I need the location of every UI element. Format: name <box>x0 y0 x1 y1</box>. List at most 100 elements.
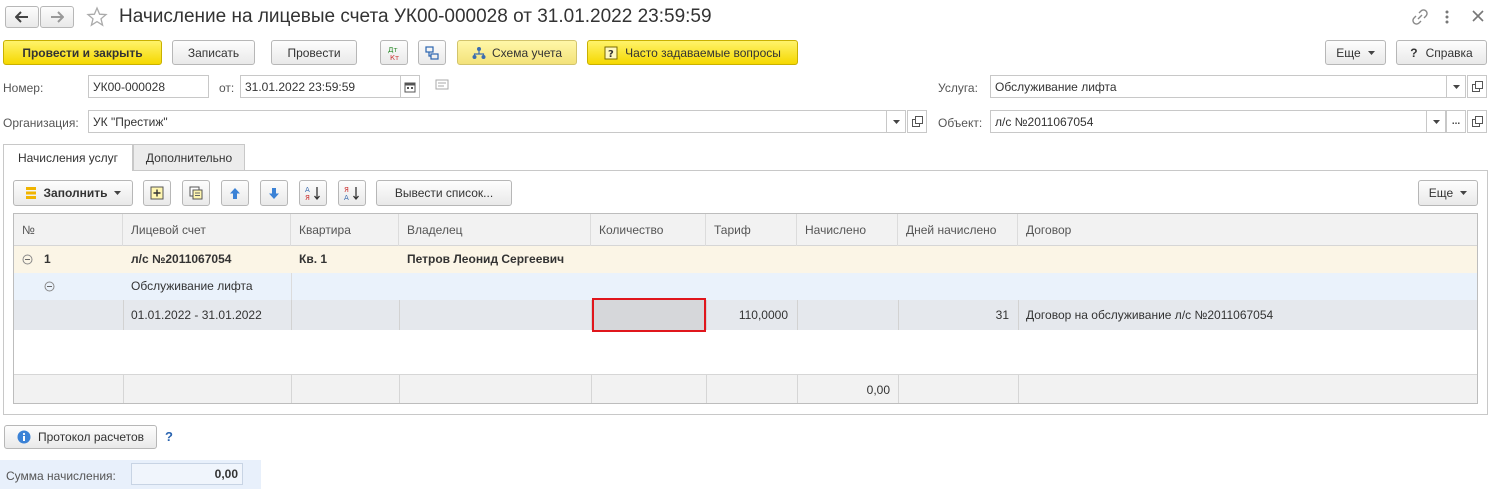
protocol-button[interactable]: Протокол расчетов <box>4 425 157 449</box>
organization-value: УК "Престиж" <box>93 114 168 129</box>
service-open-button[interactable] <box>1467 75 1487 98</box>
service-value: Обслуживание лифта <box>995 79 1117 94</box>
tab-additional[interactable]: Дополнительно <box>133 144 245 170</box>
service-field[interactable]: Обслуживание лифта <box>990 75 1447 98</box>
copy-row-icon <box>189 186 203 200</box>
organization-field[interactable]: УК "Престиж" <box>88 110 887 133</box>
sum-label: Сумма начисления: <box>6 469 116 483</box>
dt-kt-button[interactable]: Дт Кт <box>380 40 408 65</box>
table-footer: 0,00 <box>14 374 1477 403</box>
link-icon[interactable] <box>1412 9 1428 25</box>
number-field[interactable]: УК00-000028 <box>88 75 209 98</box>
svg-text:?: ? <box>608 49 614 60</box>
column-header-tariff[interactable]: Тариф <box>706 214 797 246</box>
svg-text:А: А <box>344 194 349 201</box>
tab-additional-label: Дополнительно <box>145 150 233 165</box>
sort-desc-button[interactable]: ЯА <box>338 180 366 206</box>
object-open-button[interactable] <box>1467 110 1487 133</box>
svg-text:Дт: Дт <box>388 46 398 54</box>
arrow-down-icon <box>268 187 280 200</box>
back-button[interactable] <box>5 6 39 28</box>
calendar-button[interactable] <box>400 75 420 98</box>
close-icon[interactable] <box>1472 10 1484 22</box>
arrow-left-icon <box>15 11 29 23</box>
service-dropdown-button[interactable] <box>1446 75 1466 98</box>
copy-row-button[interactable] <box>182 180 210 206</box>
row-apartment: Кв. 1 <box>299 252 328 266</box>
tab-accruals[interactable]: Начисления услуг <box>3 144 133 171</box>
save-label: Записать <box>187 45 240 60</box>
ellipsis-icon: ... <box>1451 116 1461 127</box>
scheme-button[interactable]: Схема учета <box>457 40 577 65</box>
comment-icon[interactable] <box>435 79 449 91</box>
more-label: Еще <box>1336 45 1361 60</box>
organization-label: Организация: <box>3 116 79 130</box>
post-and-close-label: Провести и закрыть <box>22 45 143 60</box>
object-value: л/с №2011067054 <box>995 114 1094 129</box>
scheme-icon <box>472 46 486 60</box>
help-button[interactable]: ? Справка <box>1396 40 1487 65</box>
number-label: Номер: <box>3 81 44 95</box>
move-down-button[interactable] <box>260 180 288 206</box>
date-value: 31.01.2022 23:59:59 <box>245 79 356 94</box>
add-row-button[interactable] <box>143 180 171 206</box>
table-row[interactable]: Обслуживание лифта <box>14 273 1477 300</box>
add-row-icon <box>150 186 164 200</box>
move-up-button[interactable] <box>221 180 249 206</box>
object-label: Объект: <box>938 116 983 130</box>
column-header-quantity[interactable]: Количество <box>591 214 706 246</box>
more-button[interactable]: Еще <box>1325 40 1386 65</box>
faq-label: Часто задаваемые вопросы <box>625 45 781 60</box>
object-field[interactable]: л/с №2011067054 <box>990 110 1427 133</box>
table-more-label: Еще <box>1428 186 1454 200</box>
row-number: 1 <box>44 252 51 266</box>
output-list-button[interactable]: Вывести список... <box>376 180 512 206</box>
title-bar: Начисление на лицевые счета УК00-000028 … <box>0 0 1499 36</box>
protocol-label: Протокол расчетов <box>37 430 145 444</box>
column-header-account[interactable]: Лицевой счет <box>123 214 291 246</box>
structure-icon <box>424 45 440 61</box>
sum-value: 0,00 <box>214 467 238 481</box>
dt-kt-icon: Дт Кт <box>384 44 404 62</box>
forward-button[interactable] <box>40 6 74 28</box>
column-header-owner[interactable]: Владелец <box>399 214 591 246</box>
table-row[interactable]: 1 л/с №2011067054 Кв. 1 Петров Леонид Се… <box>14 246 1477 273</box>
help-question-icon: ? <box>1410 45 1418 60</box>
star-icon[interactable] <box>86 6 108 28</box>
collapse-icon[interactable] <box>22 254 33 265</box>
table-more-button[interactable]: Еще <box>1418 180 1478 206</box>
svg-text:А: А <box>305 186 310 194</box>
collapse-icon[interactable] <box>44 281 55 292</box>
footer-accrued-total: 0,00 <box>866 383 890 397</box>
service-label: Услуга: <box>938 81 978 95</box>
kebab-menu-icon[interactable] <box>1444 9 1450 25</box>
faq-button[interactable]: ? Часто задаваемые вопросы <box>587 40 798 65</box>
save-button[interactable]: Записать <box>172 40 255 65</box>
sum-field[interactable]: 0,00 <box>131 463 243 485</box>
organization-dropdown-button[interactable] <box>886 110 906 133</box>
organization-open-button[interactable] <box>907 110 927 133</box>
accruals-table: № Лицевой счет Квартира Владелец Количес… <box>13 213 1478 404</box>
structure-button[interactable] <box>418 40 446 65</box>
chevron-down-icon <box>1452 84 1460 89</box>
fill-button[interactable]: Заполнить <box>13 180 133 206</box>
tab-accruals-label: Начисления услуг <box>17 151 119 165</box>
table-row[interactable]: 01.01.2022 - 31.01.2022 110,0000 31 Дого… <box>14 298 1477 332</box>
protocol-help-link[interactable]: ? <box>165 429 173 444</box>
calendar-icon <box>404 81 416 93</box>
column-header-number[interactable]: № <box>14 214 123 246</box>
date-field[interactable]: 31.01.2022 23:59:59 <box>240 75 401 98</box>
arrow-up-icon <box>229 187 241 200</box>
column-header-contract[interactable]: Договор <box>1018 214 1477 246</box>
arrow-right-icon <box>50 11 64 23</box>
post-and-close-button[interactable]: Провести и закрыть <box>3 40 162 65</box>
column-header-apartment[interactable]: Квартира <box>291 214 399 246</box>
object-select-button[interactable]: ... <box>1446 110 1466 133</box>
column-header-accrued[interactable]: Начислено <box>797 214 898 246</box>
quantity-input[interactable] <box>592 298 706 332</box>
dropdown-arrow-icon <box>1460 191 1468 195</box>
post-button[interactable]: Провести <box>271 40 357 65</box>
object-dropdown-button[interactable] <box>1426 110 1446 133</box>
sort-asc-button[interactable]: АЯ <box>299 180 327 206</box>
column-header-days[interactable]: Дней начислено <box>898 214 1018 246</box>
